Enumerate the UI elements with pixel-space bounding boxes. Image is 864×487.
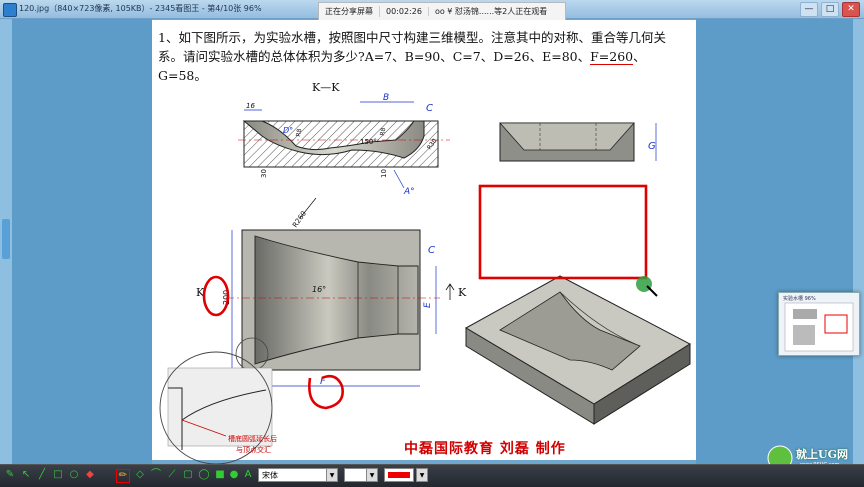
logo-text: 就上UG网 [796,448,848,461]
line-tool-icon[interactable]: ╱ [36,469,48,481]
font-dropdown-arrow-icon[interactable]: ▼ [326,468,338,482]
ellipse-tool-icon[interactable]: ○ [68,469,80,481]
pen-tool-icon[interactable]: ✎ [4,469,16,481]
fill-circle-tool-icon[interactable]: ● [228,469,240,481]
text-tool-icon[interactable]: A [242,469,254,481]
fill-rect-tool-icon[interactable]: ■ [214,469,226,481]
rect-tool-icon[interactable]: □ [52,469,64,481]
site-logo [767,445,793,471]
highlighter-tool-icon[interactable]: ✏ [116,469,130,483]
curve-tool-icon[interactable]: ⌒ [150,469,162,481]
eraser-tool-icon[interactable]: ◆ [84,469,96,481]
arrow-tool-icon[interactable]: ↖ [20,469,32,481]
pen-color-select[interactable] [384,468,414,482]
square-tool-icon[interactable]: ▢ [182,469,194,481]
color-dropdown-arrow-icon[interactable]: ▼ [416,468,428,482]
drawing-toolbar: ✎ ↖ ╱ □ ○ ◆ ✏ ◇ ⌒ ⟋ ▢ ◯ ■ ● A 宋体 ▼ ▼ ▼ [0,464,864,487]
size-dropdown-arrow-icon[interactable]: ▼ [366,468,378,482]
polyline-tool-icon[interactable]: ⟋ [166,469,178,481]
circle-tool-icon[interactable]: ◯ [198,469,210,481]
marker-tool-icon[interactable]: ◇ [134,469,146,481]
